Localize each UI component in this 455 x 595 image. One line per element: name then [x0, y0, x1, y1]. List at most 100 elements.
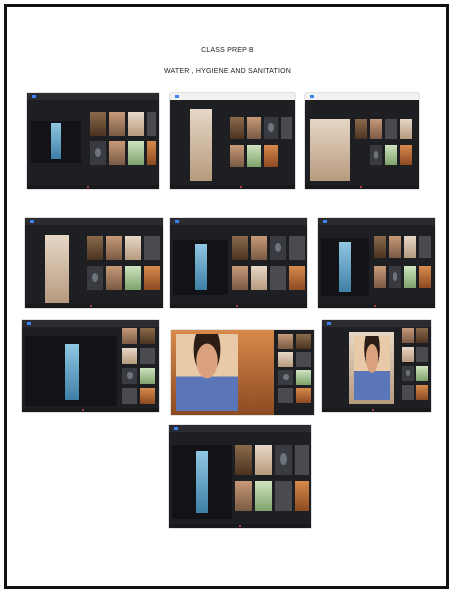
participant-tile — [275, 445, 292, 475]
participant-tile — [122, 368, 137, 384]
participant-tile — [106, 236, 122, 260]
participant-tile — [235, 481, 252, 511]
call-controls — [305, 185, 419, 189]
participant-video-large — [310, 119, 350, 181]
call-controls — [170, 304, 307, 308]
participant-tile — [374, 266, 386, 288]
shared-screen — [25, 336, 117, 406]
meeting-screenshot — [22, 320, 159, 412]
participant-tile — [232, 236, 248, 260]
participant-tile — [125, 266, 141, 290]
end-call-icon — [239, 525, 241, 527]
shared-content — [339, 242, 351, 292]
participant-tile — [247, 145, 261, 167]
participant-tile — [109, 141, 125, 165]
participant-tile — [87, 236, 103, 260]
participant-tile — [106, 266, 122, 290]
topic-title: WATER , HYGIENE AND SANITATION — [163, 68, 292, 75]
participant-tile — [140, 328, 155, 344]
participant-tile — [255, 445, 272, 475]
participant-tile — [109, 112, 125, 136]
end-call-icon — [372, 409, 374, 411]
meeting-screenshot — [305, 93, 419, 189]
participant-tile — [255, 481, 272, 511]
student-video — [176, 334, 238, 411]
meeting-screenshot — [169, 425, 311, 528]
shared-screen — [173, 240, 228, 295]
status-badge — [327, 321, 331, 325]
status-badge — [32, 94, 36, 98]
meeting-screenshot — [318, 218, 435, 308]
status-badge — [175, 219, 179, 223]
participant-video-large — [349, 332, 394, 404]
participant-tile — [400, 119, 412, 139]
participant-tile — [402, 347, 414, 362]
app-title-bar — [22, 320, 159, 327]
shared-screen — [172, 445, 232, 519]
participant-tile — [247, 117, 261, 139]
participant-tile — [400, 145, 412, 165]
participant-tile — [251, 236, 267, 260]
participant-tile — [416, 328, 428, 343]
status-badge — [27, 321, 31, 325]
shared-screen — [31, 121, 81, 163]
participant-tile — [232, 266, 248, 290]
app-title-bar — [169, 425, 311, 432]
call-controls — [27, 185, 159, 189]
participant-tile — [289, 266, 305, 290]
participant-tile — [140, 368, 155, 384]
participant-tile — [404, 266, 416, 288]
participant-tile — [275, 481, 292, 511]
participant-tile — [122, 388, 137, 404]
participant-tile — [281, 117, 292, 139]
shared-content — [196, 451, 208, 513]
participant-tile — [416, 347, 428, 362]
participant-tile — [278, 334, 293, 349]
participant-tile — [278, 388, 293, 403]
participant-tile — [140, 388, 155, 404]
participant-tile — [144, 266, 160, 290]
participant-tile — [122, 328, 137, 344]
participant-tile — [270, 236, 286, 260]
participant-tile — [419, 236, 431, 258]
participant-tile — [296, 388, 311, 403]
participant-tile — [144, 236, 160, 260]
participant-tile — [278, 352, 293, 367]
participant-tile — [355, 119, 367, 139]
status-badge — [30, 219, 34, 223]
status-badge — [310, 94, 314, 98]
participant-tile — [389, 266, 401, 288]
participant-tile — [147, 141, 156, 165]
end-call-icon — [374, 305, 376, 307]
meeting-screenshot — [322, 320, 431, 412]
meeting-screenshot — [25, 218, 163, 308]
participant-tile — [147, 112, 156, 136]
participant-tile — [295, 445, 309, 475]
end-call-icon — [82, 409, 84, 411]
participant-tile — [385, 145, 397, 165]
participant-tile — [125, 236, 141, 260]
participant-video-large — [190, 109, 212, 181]
call-controls — [322, 408, 431, 412]
participant-tile — [289, 236, 305, 260]
participant-tile — [230, 145, 244, 167]
participant-tile — [296, 370, 311, 385]
end-call-icon — [240, 186, 242, 188]
browser-address-bar — [170, 93, 295, 100]
participant-tile — [402, 385, 414, 400]
participant-tile — [419, 266, 431, 288]
call-controls — [170, 185, 295, 189]
participant-tile — [370, 145, 382, 165]
meeting-screenshot — [170, 218, 307, 308]
end-call-icon — [90, 305, 92, 307]
shared-content — [195, 244, 207, 290]
participant-tile — [87, 266, 103, 290]
end-call-icon — [360, 186, 362, 188]
call-controls — [22, 408, 159, 412]
student-video — [353, 335, 390, 401]
participant-tile — [416, 366, 428, 381]
end-call-icon — [236, 305, 238, 307]
meeting-screenshot — [27, 93, 159, 189]
participant-video-large — [45, 235, 69, 303]
participant-tile — [404, 236, 416, 258]
